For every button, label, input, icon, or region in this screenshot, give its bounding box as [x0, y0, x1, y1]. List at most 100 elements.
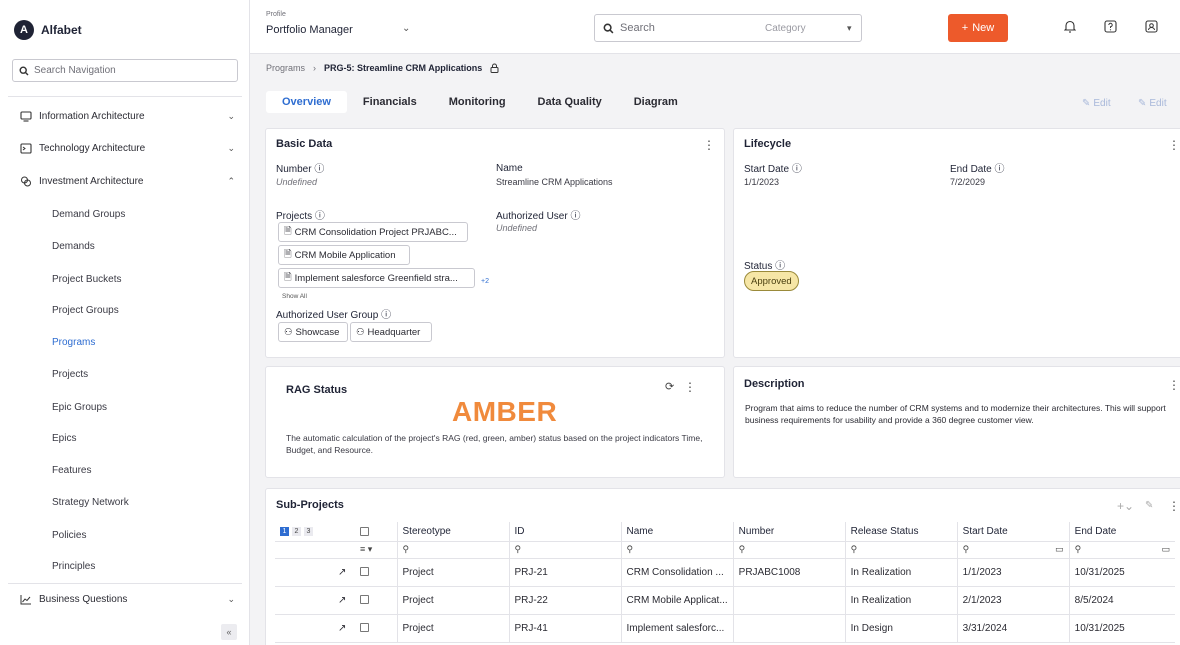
open-link-icon[interactable]: ↗ [333, 586, 355, 615]
search-icon: ⚲ [402, 544, 410, 554]
project-chip[interactable]: 🗎 CRM Consolidation Project PRJABC... [278, 222, 468, 242]
filter-number[interactable]: ⚲ [733, 541, 846, 559]
project-chip[interactable]: 🗎 CRM Mobile Application [278, 245, 410, 265]
more-projects-count[interactable]: +2 [481, 278, 489, 285]
project-chip[interactable]: 🗎 Implement salesforce Greenfield stra... [278, 268, 475, 288]
page-button[interactable]: 3 [304, 526, 313, 536]
table-row[interactable]: ↗ Project PRJ-41 Implement salesforc... … [275, 614, 1176, 643]
select-all-checkbox-cell[interactable] [355, 522, 398, 542]
filter-row: ≡ ▾ ⚲ ⚲ ⚲ ⚲ ⚲ ⚲ ▭ ⚲ ▭ [275, 541, 1176, 559]
breadcrumb-parent[interactable]: Programs [266, 63, 305, 73]
more-options-icon[interactable]: ⋮ [1168, 378, 1180, 392]
tab-monitoring[interactable]: Monitoring [433, 91, 522, 113]
caret-down-icon[interactable]: ▾ [847, 23, 852, 34]
nav-item-programs[interactable]: Programs [52, 337, 95, 348]
column-header-end-date[interactable]: End Date [1069, 522, 1176, 542]
nav-item-features[interactable]: Features [52, 465, 91, 476]
column-header-start-date[interactable]: Start Date [957, 522, 1070, 542]
search-placeholder: Search [620, 22, 655, 34]
user-profile-icon[interactable] [1145, 20, 1158, 33]
tab-overview[interactable]: Overview [266, 91, 347, 113]
category-select[interactable]: Category [765, 23, 806, 34]
more-options-icon[interactable]: ⋮ [703, 138, 715, 152]
cell-start-date: 1/1/2023 [957, 558, 1070, 587]
new-button[interactable]: + New [948, 14, 1008, 42]
chevron-down-icon[interactable]: ⌄ [402, 23, 410, 34]
user-group-chip[interactable]: ⚇ Showcase [278, 322, 348, 342]
card-title: Sub-Projects [276, 499, 344, 511]
checkbox[interactable] [360, 526, 369, 536]
tab-diagram[interactable]: Diagram [618, 91, 694, 113]
filter-id[interactable]: ⚲ [509, 541, 622, 559]
column-header-release-status[interactable]: Release Status [845, 522, 958, 542]
add-icon[interactable]: +⌄ [1117, 499, 1134, 513]
card-title: RAG Status [286, 384, 348, 396]
nav-item-project-groups[interactable]: Project Groups [52, 305, 119, 316]
page-button[interactable]: 2 [292, 526, 301, 536]
show-all-link[interactable]: Show All [282, 293, 307, 300]
nav-item-project-buckets[interactable]: Project Buckets [52, 274, 121, 285]
rag-status-description: The automatic calculation of the project… [286, 433, 703, 455]
open-link-icon[interactable]: ↗ [333, 614, 355, 643]
bell-icon[interactable] [1064, 20, 1076, 33]
chart-line-icon [20, 594, 32, 605]
collapse-sidebar-button[interactable]: « [221, 624, 237, 640]
divider [8, 96, 242, 97]
open-link-icon[interactable]: ↗ [333, 558, 355, 587]
column-header-number[interactable]: Number [733, 522, 846, 542]
brand-name: Alfabet [41, 23, 82, 37]
column-header-id[interactable]: ID [509, 522, 622, 542]
table-row[interactable]: ↗ Project PRJ-22 CRM Mobile Applicat... … [275, 586, 1176, 615]
nav-item-demands[interactable]: Demands [52, 241, 95, 252]
start-date-label: Start Date ⓘ [744, 164, 802, 175]
chevron-right-icon: › [313, 63, 317, 73]
brand[interactable]: A Alfabet [14, 20, 82, 40]
nav-item-demand-groups[interactable]: Demand Groups [52, 209, 125, 220]
column-header-stereotype[interactable]: Stereotype [397, 522, 510, 542]
nav-item-principles[interactable]: Principles [52, 561, 95, 572]
tab-data-quality[interactable]: Data Quality [522, 91, 618, 113]
nav-item-policies[interactable]: Policies [52, 530, 86, 541]
more-options-icon[interactable]: ⋮ [1168, 138, 1180, 152]
empty-cell [275, 541, 333, 559]
checkbox[interactable] [360, 595, 369, 605]
filter-stereotype[interactable]: ⚲ [397, 541, 510, 559]
nav-section-investment-architecture[interactable]: Investment Architecture ⌃ [20, 176, 235, 187]
edit-button-secondary[interactable]: ✎ Edit [1138, 98, 1167, 109]
nav-item-strategy-network[interactable]: Strategy Network [52, 497, 129, 508]
more-options-icon[interactable]: ⋮ [1168, 499, 1180, 513]
page-button[interactable]: 1 [280, 526, 289, 536]
pencil-icon[interactable]: ✎ [1145, 500, 1153, 511]
header-row: 1 2 3 Stereotype ID Name Number Release … [275, 522, 1176, 542]
more-options-icon[interactable]: ⋮ [684, 380, 696, 394]
filter-start-date[interactable]: ⚲ ▭ [957, 541, 1070, 559]
user-group-chip[interactable]: ⚇ Headquarter [350, 322, 432, 342]
history-icon[interactable]: ⟳ [665, 380, 674, 393]
nav-section-technology-architecture[interactable]: Technology Architecture ⌄ [20, 143, 235, 154]
profile-selector[interactable]: Portfolio Manager [266, 24, 353, 36]
nav-item-epics[interactable]: Epics [52, 433, 76, 444]
pager: 1 2 3 [280, 526, 328, 536]
nav-section-information-architecture[interactable]: Information Architecture ⌄ [20, 111, 235, 122]
nav-item-epic-groups[interactable]: Epic Groups [52, 402, 107, 413]
tab-financials[interactable]: Financials [347, 91, 433, 113]
nav-search-input[interactable]: Search Navigation [12, 59, 238, 82]
coins-icon [20, 176, 32, 187]
filter-name[interactable]: ⚲ [621, 541, 734, 559]
nav-item-projects[interactable]: Projects [52, 369, 88, 380]
help-icon[interactable] [1104, 20, 1117, 33]
search-icon [603, 23, 614, 34]
group-icon: ⚇ [356, 326, 365, 338]
checkbox[interactable] [360, 623, 369, 633]
info-icon: ⓘ [570, 211, 581, 222]
edit-button[interactable]: ✎ Edit [1082, 98, 1111, 109]
table-row[interactable]: ↗ Project PRJ-21 CRM Consolidation ... P… [275, 558, 1176, 587]
column-header-name[interactable]: Name [621, 522, 734, 542]
nav-section-business-questions[interactable]: Business Questions ⌄ [20, 594, 235, 605]
filter-toggle[interactable]: ≡ ▾ [355, 541, 398, 559]
checkbox[interactable] [360, 567, 369, 577]
search-icon: ⚲ [626, 544, 634, 554]
filter-end-date[interactable]: ⚲ ▭ [1069, 541, 1176, 559]
global-search-input[interactable]: Search Category ▾ [594, 14, 862, 42]
filter-release-status[interactable]: ⚲ [845, 541, 958, 559]
